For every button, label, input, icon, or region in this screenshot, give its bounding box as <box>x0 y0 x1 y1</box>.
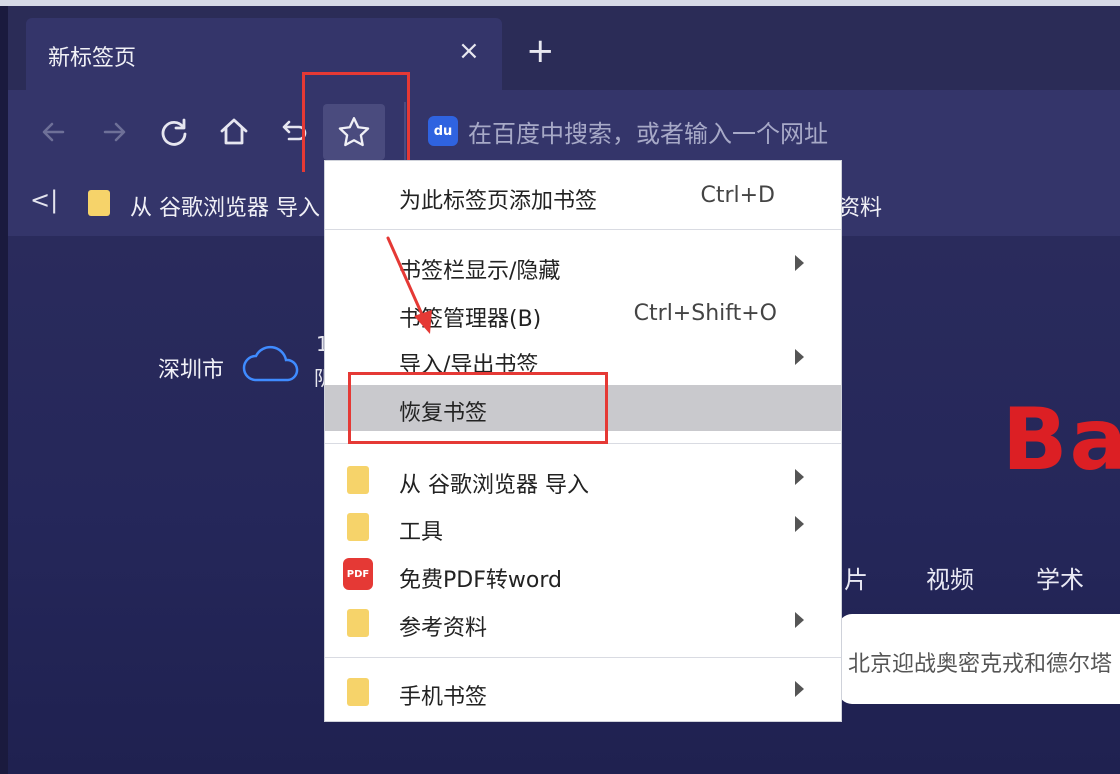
folder-icon <box>88 190 110 216</box>
menu-item-mobile-bookmarks[interactable]: 手机书签 <box>325 669 841 715</box>
reload-icon[interactable] <box>154 112 194 152</box>
chevron-right-icon <box>795 516 804 532</box>
menu-item-label: 从 谷歌浏览器 导入 <box>399 473 589 498</box>
menu-item-label: 手机书签 <box>399 685 488 710</box>
menu-separator <box>325 229 841 230</box>
pdf-icon: PDF <box>343 558 373 590</box>
menu-item-pdf-to-word[interactable]: PDF 免费PDF转word <box>325 552 841 598</box>
back-icon[interactable] <box>34 112 74 152</box>
menu-item-shortcut: Ctrl+Shift+O <box>633 301 777 326</box>
menu-item-add-bookmark[interactable]: 为此标签页添加书签 Ctrl+D <box>325 173 841 219</box>
window-left-edge <box>0 6 8 774</box>
baidu-logo: Ba <box>1002 390 1120 490</box>
chevron-right-icon <box>795 612 804 628</box>
menu-item-shortcut: Ctrl+D <box>700 183 775 208</box>
home-icon[interactable] <box>214 112 254 152</box>
folder-icon <box>347 513 369 541</box>
close-tab-icon[interactable]: × <box>458 38 480 64</box>
chevron-right-icon <box>795 681 804 697</box>
menu-item-label: 参考资料 <box>399 616 488 641</box>
menu-item-tools[interactable]: 工具 <box>325 504 841 550</box>
menu-item-label: 书签栏显示/隐藏 <box>399 259 561 284</box>
bookmark-item-import[interactable]: 从 谷歌浏览器 导入 <box>130 190 320 222</box>
baidu-search-icon: du <box>428 116 458 146</box>
tab-title: 新标签页 <box>48 46 137 71</box>
menu-item-label: 工具 <box>399 520 444 545</box>
chevron-right-icon <box>795 469 804 485</box>
menu-item-label: 为此标签页添加书签 <box>399 189 598 214</box>
forward-icon[interactable] <box>94 112 134 152</box>
menu-item-references[interactable]: 参考资料 <box>325 600 841 646</box>
cloud-icon <box>242 345 299 382</box>
weather-city[interactable]: 深圳市 <box>158 352 224 384</box>
new-tab-button[interactable]: + <box>526 34 555 68</box>
nav-academic[interactable]: 学术 <box>1036 560 1084 595</box>
annotation-highlight-restore <box>348 372 608 444</box>
search-suggestion: 北京迎战奥密克戎和德尔塔 <box>848 652 1113 677</box>
menu-item-label: 书签管理器(B) <box>399 307 542 332</box>
menu-item-bookmark-manager[interactable]: 书签管理器(B) Ctrl+Shift+O <box>325 291 841 337</box>
menu-item-toggle-bookmarks-bar[interactable]: 书签栏显示/隐藏 <box>325 243 841 289</box>
folder-icon <box>347 609 369 637</box>
folder-icon <box>347 678 369 706</box>
chevron-right-icon <box>795 349 804 365</box>
address-bar[interactable]: 在百度中搜索，或者输入一个网址 <box>468 114 828 149</box>
nav-video[interactable]: 视频 <box>926 560 974 595</box>
toolbar-divider <box>404 102 406 162</box>
menu-item-import-chrome[interactable]: 从 谷歌浏览器 导入 <box>325 457 841 503</box>
menu-item-label: 免费PDF转word <box>399 568 562 593</box>
menu-separator <box>325 657 841 658</box>
chevron-right-icon <box>795 255 804 271</box>
folder-icon <box>347 466 369 494</box>
bookmarks-scroll-left-icon[interactable]: <| <box>30 186 58 214</box>
bookmark-item-reference[interactable]: 资料 <box>838 190 882 222</box>
